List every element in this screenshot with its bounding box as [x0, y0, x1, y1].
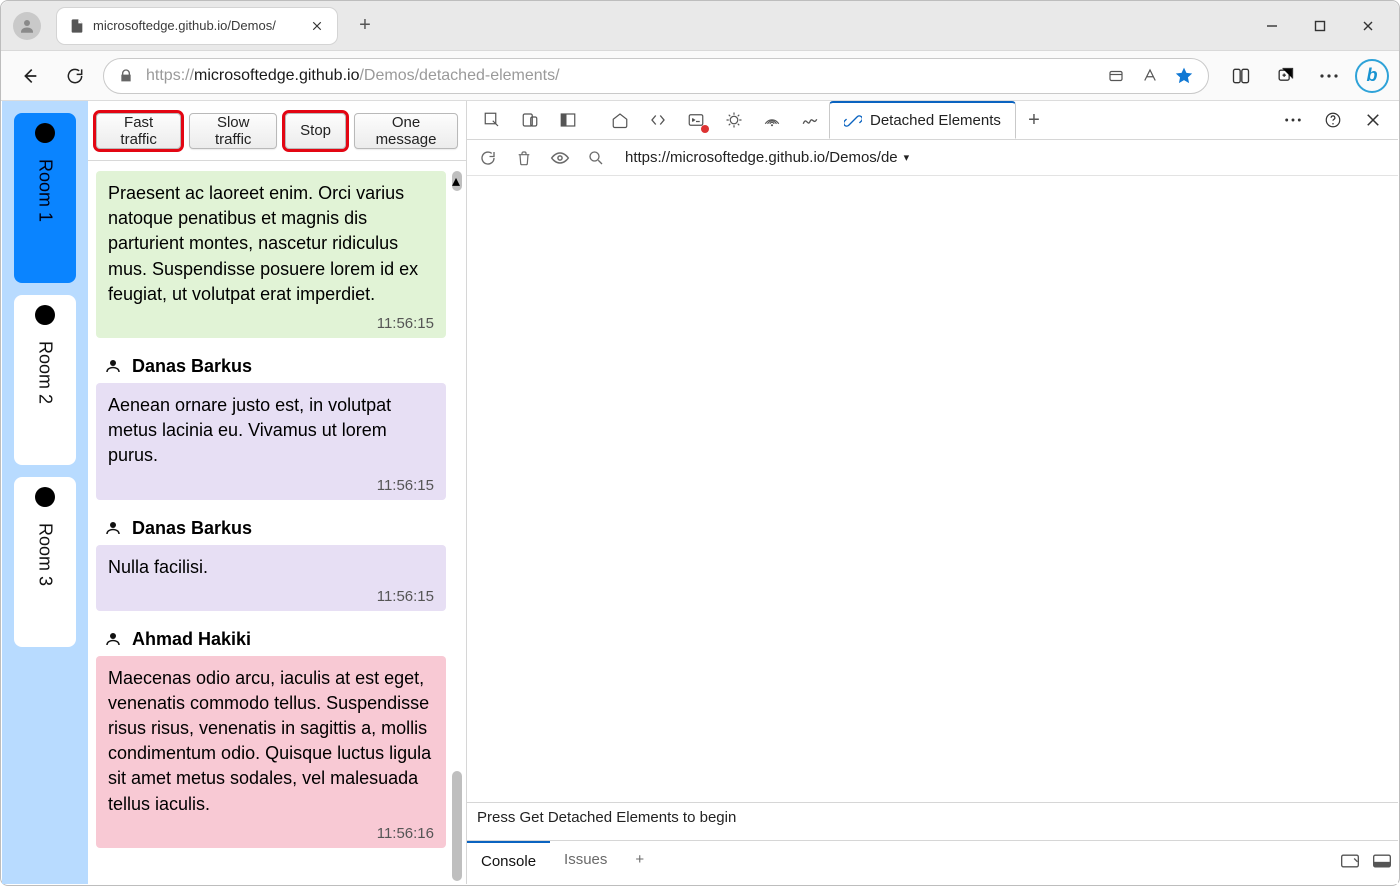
filter-search-icon[interactable]: [585, 147, 607, 169]
drawer-add-tab-button[interactable]: +: [621, 841, 658, 884]
sources-tab-icon[interactable]: [715, 101, 753, 139]
omnibox[interactable]: https://microsoftedge.github.io/Demos/de…: [103, 58, 1209, 94]
devtools-more-tabs-button[interactable]: +: [1016, 101, 1052, 139]
message: Praesent ac laoreet enim. Orci varius na…: [96, 171, 446, 338]
app-mode-icon[interactable]: [1106, 66, 1126, 86]
site-lock-icon[interactable]: [118, 68, 134, 84]
dropdown-caret-icon: ▾: [904, 151, 910, 164]
room-status-dot-icon: [35, 123, 55, 143]
scroll-up-arrow-icon[interactable]: ▴: [452, 171, 462, 191]
message: Ahmad Hakiki Maecenas odio arcu, iaculis…: [96, 629, 446, 848]
detached-elements-tab-label: Detached Elements: [870, 112, 1001, 129]
favorite-star-icon[interactable]: [1174, 66, 1194, 86]
devtools-close-button[interactable]: [1358, 105, 1388, 135]
messages-scroll-area[interactable]: Praesent ac laoreet enim. Orci varius na…: [88, 161, 466, 884]
scrollbar-thumb[interactable]: [452, 771, 462, 881]
devtools-tabstrip: Detached Elements +: [467, 101, 1398, 140]
avatar-icon: [104, 357, 122, 375]
messages-scrollbar[interactable]: ▴: [450, 161, 464, 884]
message-text: Praesent ac laoreet enim. Orci varius na…: [108, 181, 434, 307]
inspect-element-icon[interactable]: [473, 101, 511, 139]
message-author: Ahmad Hakiki: [132, 629, 251, 650]
message-text: Nulla facilisi.: [108, 555, 434, 580]
welcome-tab-icon[interactable]: [601, 101, 639, 139]
performance-tab-icon[interactable]: [791, 101, 829, 139]
rooms-sidebar: Room 1 Room 2 Room 3: [2, 101, 88, 884]
console-tab-icon[interactable]: [677, 101, 715, 139]
drawer-console-tab[interactable]: Console: [467, 841, 550, 884]
devtools-settings-icon[interactable]: [1278, 105, 1308, 135]
browser-tab-title: microsoftedge.github.io/Demos/: [93, 18, 301, 33]
omnibox-url: https://microsoftedge.github.io/Demos/de…: [146, 67, 560, 85]
room-label: Room 3: [35, 523, 56, 586]
room-status-dot-icon: [35, 487, 55, 507]
one-message-button[interactable]: One message: [354, 113, 458, 149]
dock-side-icon[interactable]: [549, 101, 587, 139]
settings-more-icon[interactable]: [1311, 58, 1347, 94]
message-author: Danas Barkus: [132, 356, 252, 377]
message: Danas Barkus Aenean ornare justo est, in…: [96, 356, 446, 500]
window-minimize-button[interactable]: [1249, 10, 1295, 42]
message-time: 11:56:15: [108, 313, 434, 334]
page-viewport: Room 1 Room 2 Room 3 Fast traffic Slow t…: [2, 101, 1398, 884]
window-maximize-button[interactable]: [1297, 10, 1343, 42]
drawer-dock-icon[interactable]: [1372, 853, 1392, 874]
drawer-issues-icon[interactable]: [1340, 853, 1360, 874]
message-text: Aenean ornare justo est, in volutpat met…: [108, 393, 434, 469]
message-author: Danas Barkus: [132, 518, 252, 539]
message-time: 11:56:15: [108, 475, 434, 496]
fast-traffic-button[interactable]: Fast traffic: [96, 113, 181, 149]
detached-elements-status: Press Get Detached Elements to begin: [467, 802, 1398, 832]
room-label: Room 1: [35, 159, 56, 222]
new-tab-button[interactable]: +: [349, 10, 381, 42]
tab-close-icon[interactable]: [309, 18, 325, 34]
message-text: Maecenas odio arcu, iaculis at est eget,…: [108, 666, 434, 817]
split-screen-icon[interactable]: [1223, 58, 1259, 94]
window-titlebar: microsoftedge.github.io/Demos/ +: [1, 1, 1399, 51]
browser-tab[interactable]: microsoftedge.github.io/Demos/: [57, 8, 337, 44]
message-time: 11:56:16: [108, 823, 434, 844]
room-status-dot-icon: [35, 305, 55, 325]
network-tab-icon[interactable]: [753, 101, 791, 139]
read-aloud-icon[interactable]: [1140, 66, 1160, 86]
devtools-help-icon[interactable]: [1318, 105, 1348, 135]
room-tab-2[interactable]: Room 2: [14, 295, 76, 465]
collect-garbage-icon[interactable]: [513, 147, 535, 169]
traffic-toolbar: Fast traffic Slow traffic Stop One messa…: [88, 101, 466, 161]
address-bar: https://microsoftedge.github.io/Demos/de…: [1, 51, 1399, 101]
detached-elements-tab[interactable]: Detached Elements: [829, 101, 1016, 139]
collections-icon[interactable]: [1267, 58, 1303, 94]
room-tab-3[interactable]: Room 3: [14, 477, 76, 647]
detached-url-filter[interactable]: https://microsoftedge.github.io/Demos/de…: [625, 149, 909, 166]
room-tab-1[interactable]: Room 1: [14, 113, 76, 283]
message-time: 11:56:15: [108, 586, 434, 607]
avatar-icon: [104, 519, 122, 537]
refresh-button[interactable]: [57, 58, 93, 94]
chat-column: Fast traffic Slow traffic Stop One messa…: [88, 101, 466, 884]
room-label: Room 2: [35, 341, 56, 404]
elements-tab-icon[interactable]: [639, 101, 677, 139]
stop-traffic-button[interactable]: Stop: [285, 113, 346, 149]
devtools-panel: Detached Elements + https://microsoftedg…: [467, 101, 1398, 884]
detached-elements-toolbar: https://microsoftedge.github.io/Demos/de…: [467, 140, 1398, 176]
back-button[interactable]: [11, 58, 47, 94]
message: Danas Barkus Nulla facilisi. 11:56:15: [96, 518, 446, 611]
drawer-issues-tab[interactable]: Issues: [550, 841, 621, 884]
slow-traffic-button[interactable]: Slow traffic: [189, 113, 277, 149]
eye-reveal-icon[interactable]: [549, 147, 571, 169]
bing-chat-button[interactable]: b: [1355, 59, 1389, 93]
window-close-button[interactable]: [1345, 10, 1391, 42]
detached-elements-body: Press Get Detached Elements to begin Con…: [467, 176, 1398, 884]
device-emulation-icon[interactable]: [511, 101, 549, 139]
profile-avatar-icon[interactable]: [13, 12, 41, 40]
page-favicon-icon: [69, 18, 85, 34]
window-controls: [1249, 10, 1391, 42]
refresh-detached-icon[interactable]: [477, 147, 499, 169]
demo-chat-app: Room 1 Room 2 Room 3 Fast traffic Slow t…: [2, 101, 467, 884]
devtools-drawer: Console Issues +: [467, 840, 1398, 884]
avatar-icon: [104, 630, 122, 648]
